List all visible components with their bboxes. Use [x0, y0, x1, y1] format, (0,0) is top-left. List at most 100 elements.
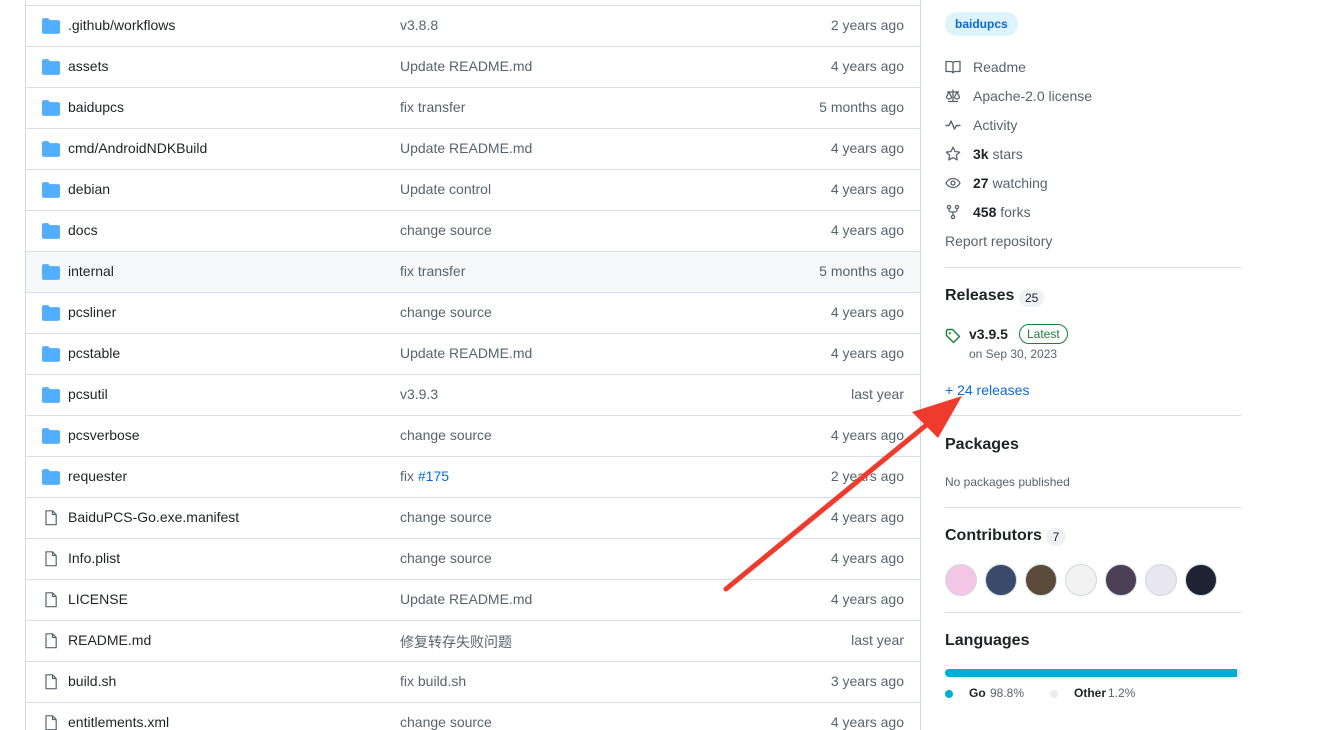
- commit-message-text[interactable]: Update README.md: [400, 345, 532, 361]
- file-row[interactable]: BaiduPCS-Go.exe.manifest change source 4 y…: [26, 497, 920, 538]
- commit-message[interactable]: change source: [400, 304, 492, 320]
- file-name-link[interactable]: .github/workflows: [68, 17, 175, 33]
- commit-message-text[interactable]: Update README.md: [400, 58, 532, 74]
- commit-message-text[interactable]: change source: [400, 304, 492, 320]
- file-name-link[interactable]: baidupcs: [68, 99, 124, 115]
- file-row[interactable]: internal fix transfer 5 months ago: [26, 251, 920, 292]
- file-name-link[interactable]: pcsliner: [68, 304, 116, 320]
- file-name-link[interactable]: internal: [68, 263, 114, 279]
- commit-date: last year: [851, 386, 904, 402]
- releases-title[interactable]: Releases: [945, 287, 1014, 305]
- commit-message-text[interactable]: fix build.sh: [400, 673, 466, 689]
- file-row[interactable]: README.md 修复转存失败问题 last year: [26, 620, 920, 661]
- file-row[interactable]: LICENSE Update README.md 4 years ago: [26, 579, 920, 620]
- file-row[interactable]: assets Update README.md 4 years ago: [26, 46, 920, 87]
- commit-message[interactable]: v3.8.8: [400, 17, 438, 33]
- tag-icon: [945, 328, 961, 344]
- file-name-link[interactable]: entitlements.xml: [68, 714, 169, 730]
- fork-icon: [946, 204, 960, 220]
- commit-message[interactable]: fix transfer: [400, 263, 465, 279]
- file-name-link[interactable]: pcsverbose: [68, 427, 140, 443]
- language-item[interactable]: Other 1.2%: [1050, 686, 1190, 702]
- file-name-link[interactable]: cmd/AndroidNDKBuild: [68, 140, 207, 156]
- file-name-link[interactable]: debian: [68, 181, 110, 197]
- commit-message-text[interactable]: Update control: [400, 181, 491, 197]
- commit-message-text[interactable]: change source: [400, 222, 492, 238]
- contributors-title[interactable]: Contributors: [945, 527, 1042, 545]
- commit-date: 4 years ago: [830, 427, 904, 443]
- file-row[interactable]: docs change source 4 years ago: [26, 210, 920, 251]
- commit-message-text[interactable]: Update README.md: [400, 591, 532, 607]
- commit-message[interactable]: Update README.md: [400, 345, 532, 361]
- divider: [945, 267, 1241, 268]
- file-name-link[interactable]: README.md: [68, 632, 151, 648]
- file-name-link[interactable]: BaiduPCS-Go.exe.manifest: [68, 509, 239, 525]
- file-row[interactable]: cmd/AndroidNDKBuild Update README.md 4 yea…: [26, 128, 920, 169]
- commit-message-text[interactable]: change source: [400, 509, 492, 525]
- folder-icon: [42, 100, 60, 116]
- commit-message-text[interactable]: change source: [400, 714, 492, 730]
- file-name-link[interactable]: assets: [68, 58, 108, 74]
- commit-message[interactable]: change source: [400, 222, 492, 238]
- commit-message-text[interactable]: fix transfer: [400, 263, 465, 279]
- file-name-link[interactable]: LICENSE: [68, 591, 128, 607]
- commit-message[interactable]: Update README.md: [400, 140, 532, 156]
- file-row[interactable]: baidupcs fix transfer 5 months ago: [26, 87, 920, 128]
- file-row[interactable]: pcsverbose change source 4 years ago: [26, 415, 920, 456]
- commit-message[interactable]: Update README.md: [400, 591, 532, 607]
- contributor-avatar[interactable]: [1065, 564, 1097, 596]
- file-row[interactable]: requester fix #175 2 years ago: [26, 456, 920, 497]
- commit-message-text[interactable]: Update README.md: [400, 140, 532, 156]
- file-name-link[interactable]: build.sh: [68, 673, 116, 689]
- contributor-avatar[interactable]: [985, 564, 1017, 596]
- issue-link[interactable]: #175: [418, 468, 449, 484]
- more-releases-link[interactable]: + 24 releases: [945, 382, 1029, 398]
- file-row[interactable]: pcstable Update README.md 4 years ago: [26, 333, 920, 374]
- commit-message[interactable]: change source: [400, 509, 492, 525]
- commit-message-text[interactable]: change source: [400, 550, 492, 566]
- contributor-avatar[interactable]: [1185, 564, 1217, 596]
- contributor-avatar[interactable]: [1145, 564, 1177, 596]
- commit-date: last year: [851, 632, 904, 648]
- file-name-link[interactable]: requester: [68, 468, 127, 484]
- commit-message[interactable]: Update README.md: [400, 58, 532, 74]
- file-row[interactable]: Info.plist change source 4 years ago: [26, 538, 920, 579]
- commit-message-text[interactable]: 修复转存失败问题: [400, 634, 512, 650]
- commit-message-text[interactable]: fix: [400, 468, 418, 484]
- commit-message[interactable]: change source: [400, 550, 492, 566]
- contributor-avatar[interactable]: [945, 564, 977, 596]
- file-name-link[interactable]: docs: [68, 222, 98, 238]
- file-row[interactable]: debian Update control 4 years ago: [26, 169, 920, 210]
- forks-label: forks: [996, 204, 1031, 220]
- contributor-avatar[interactable]: [1105, 564, 1137, 596]
- commit-date: 4 years ago: [830, 591, 904, 607]
- commit-message[interactable]: change source: [400, 427, 492, 443]
- commit-message[interactable]: fix transfer: [400, 99, 465, 115]
- commit-message[interactable]: v3.9.3: [400, 386, 438, 402]
- commit-message[interactable]: fix build.sh: [400, 673, 466, 689]
- stars-count: 3k: [973, 146, 989, 162]
- commit-message-text[interactable]: v3.8.8: [400, 17, 438, 33]
- commit-message-text[interactable]: v3.9.3: [400, 386, 438, 402]
- commit-message[interactable]: change source: [400, 714, 492, 730]
- file-name-link[interactable]: Info.plist: [68, 550, 120, 566]
- commit-message[interactable]: 修复转存失败问题: [400, 632, 512, 652]
- commit-date: 5 months ago: [819, 99, 904, 115]
- file-name-link[interactable]: pcstable: [68, 345, 120, 361]
- commit-message-text[interactable]: fix transfer: [400, 99, 465, 115]
- commit-message[interactable]: fix #175: [400, 468, 449, 484]
- file-row[interactable]: .github/workflows v3.8.8 2 years ago: [26, 5, 920, 46]
- folder-icon: [42, 387, 60, 403]
- commit-message-text[interactable]: change source: [400, 427, 492, 443]
- commit-message[interactable]: Update control: [400, 181, 491, 197]
- file-row[interactable]: entitlements.xml change source 4 years ago: [26, 702, 920, 730]
- contributor-avatar[interactable]: [1025, 564, 1057, 596]
- topic-tag[interactable]: baidupcs: [945, 12, 1018, 36]
- file-row[interactable]: pcsliner change source 4 years ago: [26, 292, 920, 333]
- file-row[interactable]: pcsutil v3.9.3 last year: [26, 374, 920, 415]
- latest-release-link[interactable]: v3.9.5: [969, 326, 1008, 342]
- packages-title[interactable]: Packages: [945, 436, 1019, 454]
- file-row[interactable]: build.sh fix build.sh 3 years ago: [26, 661, 920, 702]
- file-name-link[interactable]: pcsutil: [68, 386, 108, 402]
- commit-date: 4 years ago: [830, 550, 904, 566]
